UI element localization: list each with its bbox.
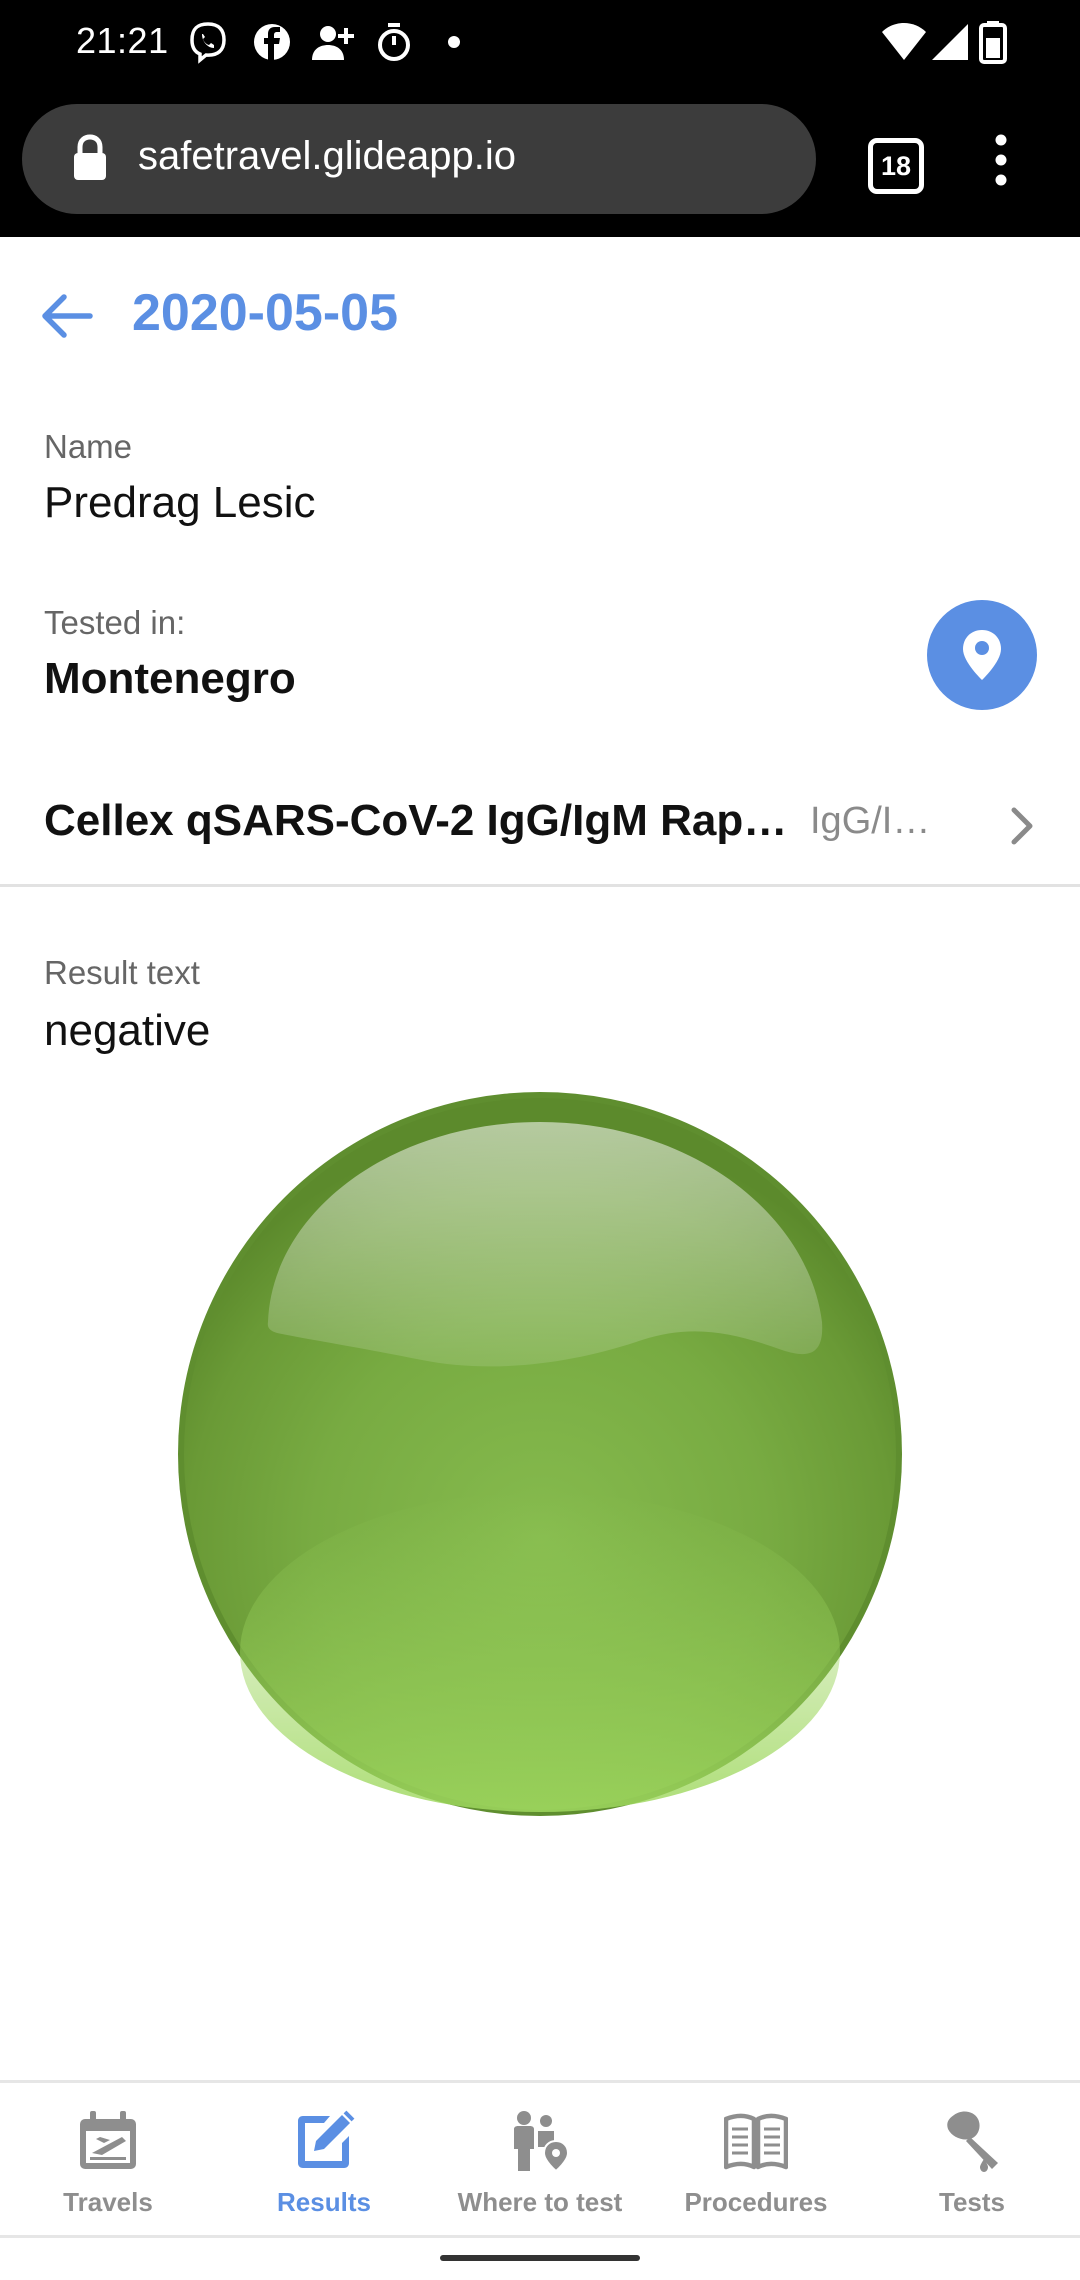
home-indicator[interactable] [440,2255,640,2261]
app-header: 2020-05-05 [0,237,1080,387]
result-value: negative [44,1006,211,1055]
wifi-icon [882,23,926,60]
nav-label: Procedures [684,2187,828,2217]
facebook-icon [254,24,290,60]
bottom-navigation: Travels Results Where to test Procedures… [0,2080,1080,2238]
nav-label: Where to test [457,2187,623,2217]
back-arrow-icon[interactable] [38,287,96,345]
name-label: Name [44,428,133,465]
add-person-icon [312,26,354,60]
url-text: safetravel.glideapp.io [138,134,517,178]
edit-note-icon [298,2110,355,2168]
status-time: 21:21 [76,20,169,61]
tested-in-value: Montenegro [44,654,296,703]
name-value: Predrag Lesic [44,478,316,527]
nav-procedures[interactable]: Procedures [648,2083,864,2238]
location-pin-icon [963,630,1001,680]
nav-tests[interactable]: Tests [864,2083,1080,2238]
calendar-plane-icon [80,2111,136,2169]
nav-results[interactable]: Results [216,2083,432,2238]
more-menu-icon[interactable] [986,132,1016,188]
result-indicator-image [178,1092,902,1816]
nav-where-to-test[interactable]: Where to test [432,2083,648,2238]
status-bar: 21:21 [0,0,1080,92]
chevron-right-icon [1011,807,1033,845]
test-list-item[interactable]: Cellex qSARS-CoV-2 IgG/IgM Rapid Test Ig… [0,760,1080,887]
nav-label: Results [277,2187,371,2217]
url-bar[interactable]: safetravel.glideapp.io [22,104,816,214]
battery-icon [979,21,1007,64]
nav-divider [0,2235,1080,2238]
page: 21:21 safetravel.glideapp.io 18 2020-05-… [0,0,1080,2280]
signal-icon [932,24,968,60]
test-name: Cellex qSARS-CoV-2 IgG/IgM Rapid Test [44,796,794,845]
nav-label: Tests [939,2187,1005,2217]
timer-icon [378,23,410,61]
dot-icon [448,36,460,48]
nav-label: Travels [63,2187,153,2217]
page-title: 2020-05-05 [132,284,398,342]
lock-icon [74,134,106,180]
test-type: IgG/IgM [810,800,932,842]
open-book-icon [724,2113,788,2170]
tab-switcher-button[interactable]: 18 [868,138,924,194]
people-location-icon [514,2111,570,2173]
test-swab-icon [947,2111,998,2172]
location-button[interactable] [927,600,1037,710]
nav-travels[interactable]: Travels [0,2083,216,2238]
viber-icon [190,22,226,64]
result-label: Result text [44,954,200,991]
tested-in-label: Tested in: [44,604,186,641]
browser-toolbar: safetravel.glideapp.io 18 [0,92,1080,237]
